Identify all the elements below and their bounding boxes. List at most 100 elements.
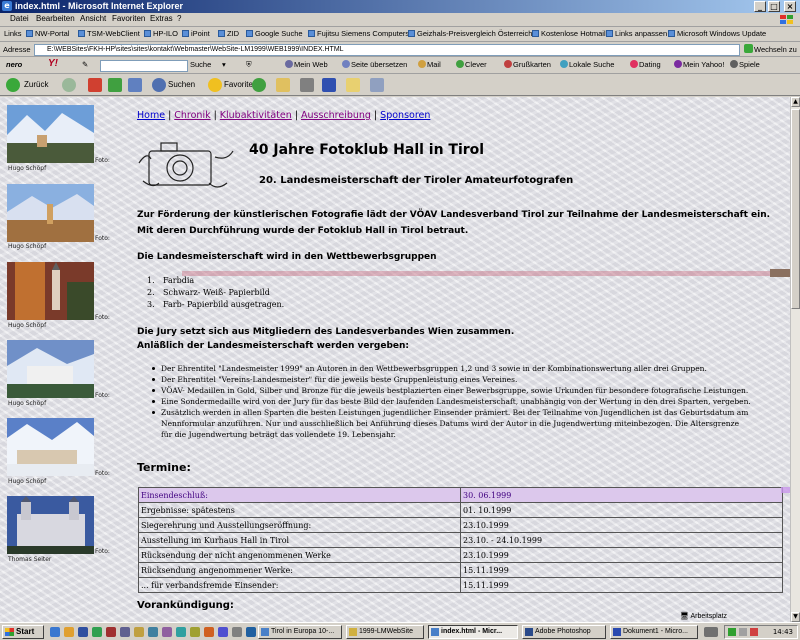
photo-credit: Thomas Seiter (8, 556, 52, 563)
start-button[interactable]: Start (2, 625, 44, 639)
window-title: index.html - Microsoft Internet Explorer (15, 1, 184, 11)
menu-extras[interactable]: Extras (150, 14, 173, 23)
scroll-up-icon[interactable]: ▲ (791, 97, 800, 107)
nero-toolbar: nero Y! ✎ Suche ▾ ⛨ Mein Web Seite übers… (0, 58, 800, 74)
yahoo-logo[interactable]: Y! (48, 58, 58, 69)
task-photoshop[interactable]: Adobe Photoshop (522, 625, 606, 639)
link-icon (182, 30, 189, 37)
scroll-down-icon[interactable]: ▼ (791, 612, 800, 622)
nero-translate[interactable]: Seite übersetzen (342, 60, 407, 69)
quicklaunch-app-icon[interactable] (218, 627, 228, 637)
quicklaunch-excel-icon[interactable] (92, 627, 102, 637)
nav-chronik[interactable]: Chronik (174, 110, 210, 121)
refresh-icon[interactable] (108, 78, 122, 92)
link-links-anpassen[interactable]: Links anpassen (606, 29, 667, 38)
minimize-button[interactable]: _ (754, 1, 766, 12)
links-label: Links (4, 29, 22, 38)
nero-search-input[interactable] (100, 60, 188, 72)
quicklaunch-app-icon[interactable] (190, 627, 200, 637)
nero-logo[interactable]: nero (6, 60, 22, 69)
dropdown-icon[interactable]: ▾ (222, 60, 226, 69)
discuss-icon[interactable] (346, 78, 360, 92)
address-input[interactable]: E:\WEBSites\FKH-HP\sites\sites\kontakt\W… (34, 44, 740, 56)
search-button[interactable]: Suchen (168, 80, 195, 89)
quicklaunch-word-icon[interactable] (78, 627, 88, 637)
menu-favoriten[interactable]: Favoriten (112, 14, 145, 23)
termine-heading: Termine: (137, 461, 191, 474)
nero-spiele[interactable]: Spiele (730, 60, 760, 69)
awards-heading: Anläßlich der Landesmeisterschaft werden… (137, 341, 410, 351)
nav-ausschreibung[interactable]: Ausschreibung (301, 110, 371, 121)
nero-grusskarten[interactable]: Grußkarten (504, 60, 551, 69)
close-button[interactable]: × (784, 1, 796, 12)
link-fujitsu[interactable]: Fujitsu Siemens Computers (308, 29, 409, 38)
tray-network-icon[interactable] (728, 628, 736, 636)
nero-mein-web[interactable]: Mein Web (285, 60, 328, 69)
pencil-icon[interactable]: ✎ (82, 60, 88, 69)
quicklaunch-app-icon[interactable] (232, 627, 242, 637)
nero-dating[interactable]: Dating (630, 60, 661, 69)
nero-mail[interactable]: Mail (418, 60, 441, 69)
link-tsm-webclient[interactable]: TSM-WebClient (78, 29, 140, 38)
history-icon[interactable] (252, 78, 266, 92)
nero-mein-yahoo[interactable]: Mein Yahoo! (674, 60, 724, 69)
task-index-html[interactable]: index.html - Micr... (428, 625, 518, 639)
link-windows-update[interactable]: Microsoft Windows Update (668, 29, 766, 38)
list-item: 3. Farb- Papierbild ausgetragen. (147, 300, 285, 309)
tray-clock[interactable]: 14:43 (773, 626, 793, 638)
quicklaunch-app-icon[interactable] (162, 627, 172, 637)
quicklaunch-app-icon[interactable] (120, 627, 130, 637)
quicklaunch-ie-icon[interactable] (50, 627, 60, 637)
back-button[interactable]: Zurück (24, 80, 48, 89)
groups-heading: Die Landesmeisterschaft wird in den Wett… (137, 252, 437, 262)
quicklaunch-folder-icon[interactable] (134, 627, 144, 637)
menu-help[interactable]: ? (177, 14, 181, 23)
link-nw-portal[interactable]: NW-Portal (26, 29, 69, 38)
task-lm-website[interactable]: 1999-LMWebSite (346, 625, 424, 639)
link-hotmail[interactable]: Kostenlose Hotmail (532, 29, 606, 38)
home-icon[interactable] (128, 78, 142, 92)
vertical-scrollbar[interactable]: ▲ ▼ (790, 97, 800, 622)
task-tirol-in-europa[interactable]: Tirol in Europa 10-... (258, 625, 342, 639)
photo-abbey (7, 340, 94, 398)
quicklaunch-outlook-icon[interactable] (64, 627, 74, 637)
nero-clever[interactable]: Clever (456, 60, 487, 69)
forward-arrow-icon[interactable] (62, 78, 76, 92)
nav-sponsoren[interactable]: Sponsoren (380, 110, 430, 121)
print-icon[interactable] (300, 78, 314, 92)
task-word-document[interactable]: Dokument1 - Micro... (610, 625, 698, 639)
quicklaunch-desktop-icon[interactable] (246, 627, 256, 637)
tray-antivirus-icon[interactable] (750, 628, 758, 636)
edit-icon[interactable] (322, 78, 336, 92)
maximize-button[interactable]: □ (768, 1, 780, 12)
link-icon (668, 30, 675, 37)
link-ipoint[interactable]: iPoint (182, 29, 210, 38)
quicklaunch-app-icon[interactable] (204, 627, 214, 637)
scroll-thumb[interactable] (791, 109, 800, 309)
favorites-star-icon[interactable] (208, 78, 222, 92)
nav-home[interactable]: Home (137, 110, 165, 121)
taskbar-more-icon[interactable] (704, 627, 718, 637)
mail-icon[interactable] (276, 78, 290, 92)
nero-lokale-suche[interactable]: Lokale Suche (560, 60, 614, 69)
link-hp-ilo[interactable]: HP-ILO (144, 29, 178, 38)
link-geizhals[interactable]: Geizhals-Preisvergleich Österreich (408, 29, 532, 38)
menu-bearbeiten[interactable]: Bearbeiten (36, 14, 75, 23)
shield-icon[interactable]: ⛨ (246, 60, 252, 70)
menu-ansicht[interactable]: Ansicht (80, 14, 106, 23)
nero-search-button[interactable]: Suche (190, 60, 211, 69)
quicklaunch-app-icon[interactable] (148, 627, 158, 637)
nav-klubaktivitaeten[interactable]: Klubaktivitäten (220, 110, 292, 121)
quicklaunch-app-icon[interactable] (106, 627, 116, 637)
messenger-icon[interactable] (370, 78, 384, 92)
search-icon[interactable] (152, 78, 166, 92)
stop-icon[interactable] (88, 78, 102, 92)
link-google[interactable]: Google Suche (246, 29, 303, 38)
back-arrow-icon[interactable] (6, 78, 20, 92)
link-zid[interactable]: ZID (218, 29, 239, 38)
go-button[interactable]: Wechseln zu (744, 44, 797, 54)
awards-list: Der Ehrentitel "Landesmeister 1999" an A… (151, 363, 751, 440)
quicklaunch-app-icon[interactable] (176, 627, 186, 637)
tray-volume-icon[interactable] (739, 628, 747, 636)
menu-datei[interactable]: Datei (10, 14, 29, 23)
